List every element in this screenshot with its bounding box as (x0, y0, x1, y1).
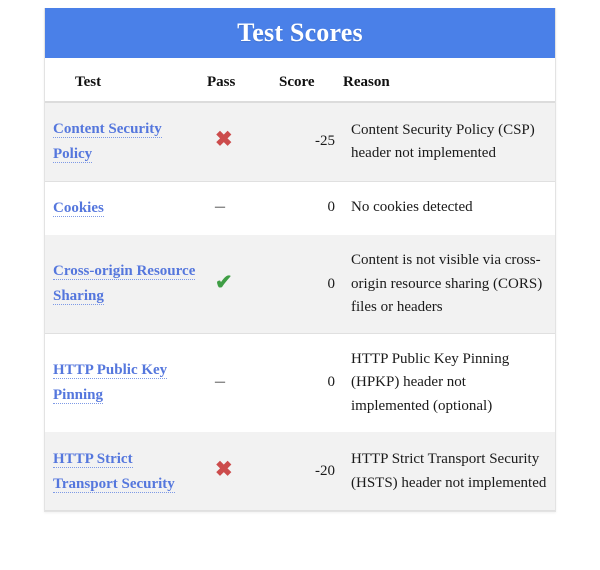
score-value: 0 (327, 275, 336, 292)
cell-score: -25 (279, 101, 343, 182)
check-icon: ✔ (215, 269, 233, 294)
dash-icon: – (215, 369, 225, 392)
table-row: HTTP Strict Transport Security ✖ -20 HTTP S… (45, 431, 555, 512)
cell-reason: Content Security Policy (CSP) header not… (343, 101, 555, 182)
reason-text: Content Security Policy (CSP) header not… (351, 121, 535, 161)
page-root: Test Scores Test Pass Score Reason Conte… (0, 0, 600, 570)
cell-score: 0 (279, 181, 343, 235)
cell-pass: ✖ (207, 101, 279, 182)
page-title: Test Scores (237, 18, 363, 47)
column-header-score: Score (279, 58, 343, 103)
test-scores-table: Test Pass Score Reason Content Security … (45, 58, 555, 512)
table-row: HTTP Public Key Pinning – 0 HTTP Public Key… (45, 333, 555, 433)
column-header-pass: Pass (207, 58, 279, 103)
cell-score: -20 (279, 431, 343, 512)
reason-text: HTTP Public Key Pinning (HPKP) header no… (351, 351, 510, 414)
dash-icon: – (215, 194, 225, 217)
cell-reason: HTTP Strict Transport Security (HSTS) he… (343, 431, 555, 512)
cell-reason: No cookies detected (343, 181, 555, 235)
test-link[interactable]: Cookies (53, 199, 104, 217)
cell-test: Content Security Policy (45, 101, 207, 182)
reason-text: HTTP Strict Transport Security (HSTS) he… (351, 451, 547, 491)
cross-icon: ✖ (215, 456, 233, 481)
cell-reason: Content is not visible via cross-origin … (343, 234, 555, 334)
cell-reason: HTTP Public Key Pinning (HPKP) header no… (343, 333, 555, 433)
card-header: Test Scores (45, 8, 555, 58)
column-header-test: Test (45, 58, 207, 103)
score-value: -25 (315, 133, 335, 150)
card-body: Test Pass Score Reason Content Security … (45, 58, 555, 512)
table-row: Cross-origin Resource Sharing ✔ 0 Content i… (45, 234, 555, 334)
cell-test: Cross-origin Resource Sharing (45, 234, 207, 334)
cell-pass: ✔ (207, 234, 279, 334)
test-link[interactable]: Cross-origin Resource Sharing (53, 263, 196, 306)
table-body: Content Security Policy ✖ -25 Content Secur… (45, 101, 555, 512)
cell-test: HTTP Strict Transport Security (45, 431, 207, 512)
reason-text: No cookies detected (351, 199, 473, 216)
table-header-row: Test Pass Score Reason (45, 58, 555, 103)
cell-test: HTTP Public Key Pinning (45, 333, 207, 433)
test-link[interactable]: HTTP Strict Transport Security (53, 450, 175, 493)
column-header-reason: Reason (343, 58, 555, 103)
table-header: Test Pass Score Reason (45, 58, 555, 103)
cell-pass: ✖ (207, 431, 279, 512)
score-value: -20 (315, 462, 335, 479)
test-scores-card: Test Scores Test Pass Score Reason Conte… (44, 8, 556, 513)
cell-pass: – (207, 181, 279, 235)
score-value: 0 (327, 199, 336, 216)
cross-icon: ✖ (215, 127, 233, 152)
table-row: Cookies – 0 No cookies detected (45, 181, 555, 235)
test-link[interactable]: Content Security Policy (53, 121, 162, 163)
score-value: 0 (327, 374, 336, 391)
reason-text: Content is not visible via cross-origin … (351, 252, 543, 315)
cell-score: 0 (279, 234, 343, 334)
cell-score: 0 (279, 333, 343, 433)
test-link[interactable]: HTTP Public Key Pinning (53, 362, 168, 404)
cell-test: Cookies (45, 181, 207, 235)
table-row: Content Security Policy ✖ -25 Content Secur… (45, 101, 555, 182)
cell-pass: – (207, 333, 279, 433)
